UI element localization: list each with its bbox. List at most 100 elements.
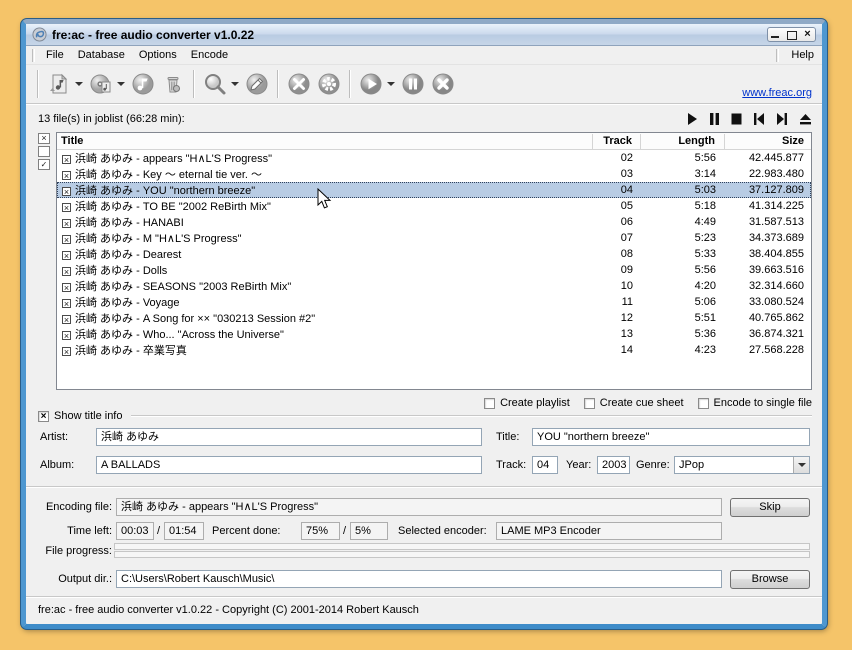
table-row[interactable]: ×浜崎 あゆみ - Dolls095:5639.663.516: [57, 262, 811, 278]
add-cd-dropdown-icon[interactable]: [117, 82, 125, 86]
artist-field[interactable]: 浜崎 あゆみ: [96, 428, 482, 446]
toggle-selection-button[interactable]: ✓: [38, 159, 50, 170]
genre-value: JPop: [679, 457, 704, 473]
output-dir-field[interactable]: C:\Users\Robert Kausch\Music\: [116, 570, 722, 588]
row-checkbox[interactable]: ×: [62, 283, 71, 292]
genre-dropdown-button[interactable]: [793, 457, 809, 473]
menu-database[interactable]: Database: [71, 47, 132, 63]
close-icon[interactable]: ×: [803, 30, 812, 39]
row-checkbox[interactable]: ×: [62, 203, 71, 212]
pause-encoding-icon[interactable]: [400, 71, 426, 97]
show-title-info-row: × Show title info: [38, 409, 812, 423]
title-bar[interactable]: fre:ac - free audio converter v1.0.22 ×: [26, 24, 822, 46]
row-checkbox[interactable]: ×: [62, 155, 71, 164]
browse-button[interactable]: Browse: [730, 570, 810, 589]
stop-icon[interactable]: [731, 113, 742, 125]
stop-encoding-icon[interactable]: [430, 71, 456, 97]
table-row[interactable]: ×浜崎 あゆみ - Voyage115:0633.080.524: [57, 294, 811, 310]
row-title-cell: ×浜崎 あゆみ - appears "H∧L'S Progress": [57, 150, 593, 166]
select-all-button[interactable]: ×: [38, 133, 50, 144]
start-encoding-dropdown-icon[interactable]: [387, 82, 395, 86]
row-checkbox[interactable]: ×: [62, 331, 71, 340]
track-field[interactable]: 04: [532, 456, 558, 474]
table-row[interactable]: ×浜崎 あゆみ - M "H∧L'S Progress"075:2334.373…: [57, 230, 811, 246]
row-track-cell: 04: [593, 184, 641, 196]
table-row[interactable]: ×浜崎 あゆみ - A Song for ×× "030213 Session …: [57, 310, 811, 326]
toolbar-separator: [193, 70, 195, 98]
album-field[interactable]: A BALLADS: [96, 456, 482, 474]
create-cue-sheet-checkbox[interactable]: Create cue sheet: [584, 397, 684, 409]
row-title-cell: ×浜崎 あゆみ - YOU "northern breeze": [57, 182, 593, 198]
table-row[interactable]: ×浜崎 あゆみ - appears "H∧L'S Progress"025:56…: [57, 150, 811, 166]
row-checkbox[interactable]: ×: [62, 219, 71, 228]
add-files-icon[interactable]: [46, 71, 72, 97]
table-row[interactable]: ×浜崎 あゆみ - YOU "northern breeze"045:0337.…: [57, 182, 811, 198]
row-checkbox[interactable]: ×: [62, 251, 71, 260]
freac-website-link[interactable]: www.freac.org: [742, 87, 812, 99]
select-none-button[interactable]: [38, 146, 50, 157]
add-files-dropdown-icon[interactable]: [75, 82, 83, 86]
selected-encoder-field: LAME MP3 Encoder: [496, 522, 722, 540]
table-row[interactable]: ×浜崎 あゆみ - HANABI064:4931.587.513: [57, 214, 811, 230]
maximize-icon[interactable]: [787, 30, 796, 39]
playlist-icon[interactable]: [130, 71, 156, 97]
column-header-title[interactable]: Title: [57, 134, 593, 149]
encode-single-file-checkbox[interactable]: Encode to single file: [698, 397, 812, 409]
pause-icon[interactable]: [709, 113, 720, 125]
start-encoding-icon[interactable]: [358, 71, 384, 97]
create-playlist-checkbox[interactable]: Create playlist: [484, 397, 570, 409]
menu-help[interactable]: Help: [783, 47, 822, 63]
time-left-label: Time left:: [32, 522, 112, 540]
title-field[interactable]: YOU "northern breeze": [532, 428, 810, 446]
cddb-query-dropdown-icon[interactable]: [231, 82, 239, 86]
time-left-field: 00:03: [116, 522, 154, 540]
configure-tools-icon[interactable]: [286, 71, 312, 97]
year-field[interactable]: 2003: [597, 456, 630, 474]
joblist-header: Title Track Length Size: [57, 133, 811, 150]
genre-combobox[interactable]: JPop: [674, 456, 810, 474]
row-checkbox[interactable]: ×: [62, 235, 71, 244]
row-checkbox[interactable]: ×: [62, 171, 71, 180]
next-icon[interactable]: [776, 113, 788, 125]
table-row[interactable]: ×浜崎 あゆみ - SEASONS "2003 ReBirth Mix"104:…: [57, 278, 811, 294]
row-length-cell: 5:03: [641, 184, 725, 196]
settings-gear-icon[interactable]: [316, 71, 342, 97]
menu-encode[interactable]: Encode: [184, 47, 235, 63]
selected-encoder-label: Selected encoder:: [398, 522, 494, 540]
output-dir-label: Output dir.:: [32, 570, 112, 588]
row-checkbox[interactable]: ×: [62, 347, 71, 356]
row-checkbox[interactable]: ×: [62, 187, 71, 196]
toolbar: www.freac.org: [26, 65, 822, 102]
row-checkbox[interactable]: ×: [62, 315, 71, 324]
row-checkbox[interactable]: ×: [62, 299, 71, 308]
column-header-size[interactable]: Size: [725, 135, 811, 147]
row-size-cell: 27.568.228: [725, 344, 811, 356]
previous-icon[interactable]: [753, 113, 765, 125]
table-row[interactable]: ×浜崎 あゆみ - Dearest085:3338.404.855: [57, 246, 811, 262]
row-title-cell: ×浜崎 あゆみ - Dearest: [57, 246, 593, 262]
table-row[interactable]: ×浜崎 あゆみ - TO BE "2002 ReBirth Mix"055:18…: [57, 198, 811, 214]
cddb-query-icon[interactable]: [202, 71, 228, 97]
slash-separator: /: [343, 522, 346, 540]
table-row[interactable]: ×浜崎 あゆみ - Key ～ eternal tie ver. ～033:14…: [57, 166, 811, 182]
row-track-cell: 14: [593, 344, 641, 356]
table-row[interactable]: ×浜崎 あゆみ - Who... "Across the Universe"13…: [57, 326, 811, 342]
joblist-summary-row: 13 file(s) in joblist (66:28 min):: [38, 109, 812, 129]
cddb-edit-icon[interactable]: [244, 71, 270, 97]
eject-icon[interactable]: [799, 113, 812, 125]
row-length-cell: 5:06: [641, 296, 725, 308]
row-title-cell: ×浜崎 あゆみ - A Song for ×× "030213 Session …: [57, 310, 593, 326]
create-playlist-label: Create playlist: [500, 397, 570, 409]
play-icon[interactable]: [687, 113, 698, 125]
table-row[interactable]: ×浜崎 あゆみ - 卒業写真144:2327.568.228: [57, 342, 811, 358]
menu-options[interactable]: Options: [132, 47, 184, 63]
column-header-track[interactable]: Track: [593, 134, 641, 149]
minimize-icon[interactable]: [771, 30, 780, 39]
add-cd-tracks-icon[interactable]: [88, 71, 114, 97]
row-checkbox[interactable]: ×: [62, 267, 71, 276]
column-header-length[interactable]: Length: [641, 134, 725, 149]
show-title-info-checkbox[interactable]: × Show title info: [38, 410, 122, 422]
skip-button[interactable]: Skip: [730, 498, 810, 517]
menu-file[interactable]: File: [39, 47, 71, 63]
clear-joblist-icon[interactable]: [160, 71, 186, 97]
